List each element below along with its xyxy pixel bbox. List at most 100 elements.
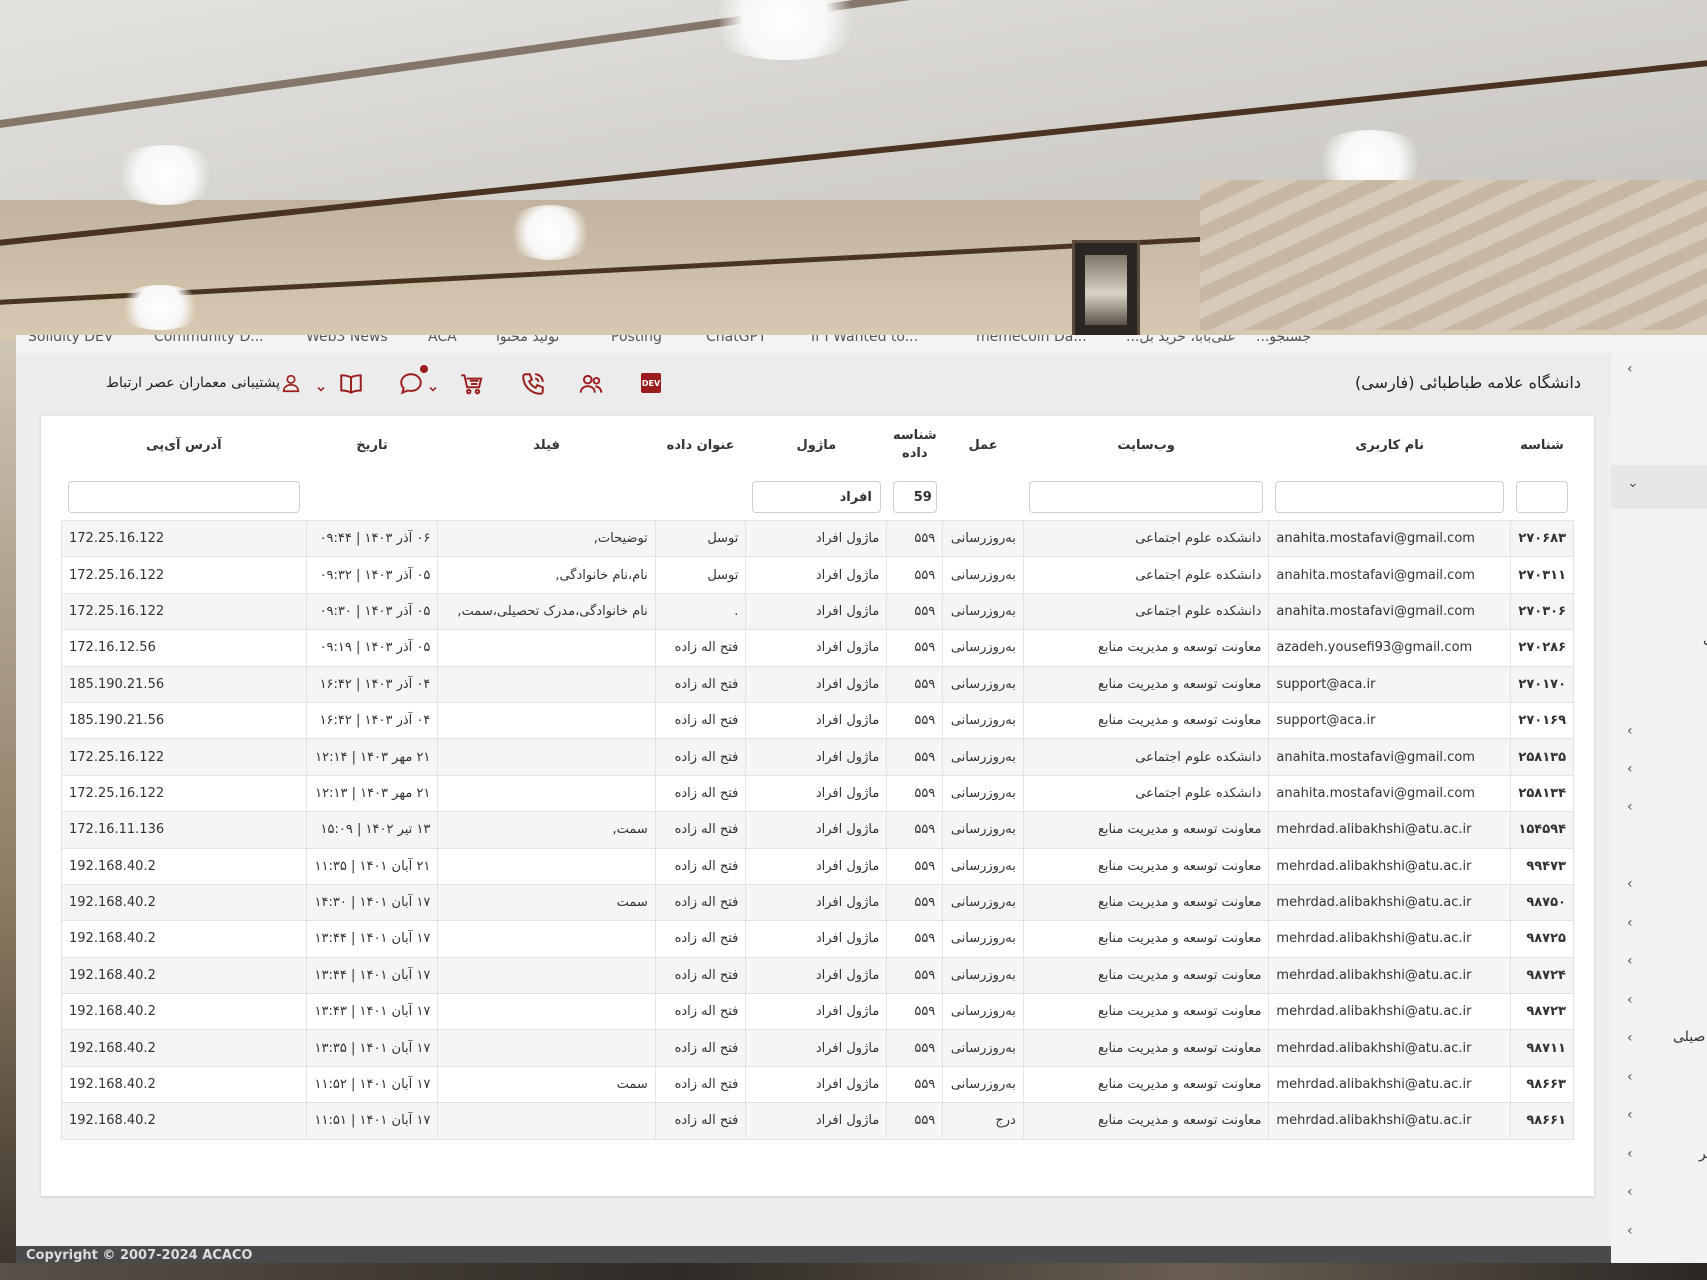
column-header-date[interactable]: تاریخ <box>306 416 438 474</box>
chevron-left-icon[interactable]: ‹ <box>1627 761 1633 777</box>
table-row[interactable]: ۲۷۰۳۰۶ anahita.mostafavi@gmail.com دانشکده… <box>61 592 1575 631</box>
table-row[interactable]: ۲۷۰۱۷۰ support@aca.ir معاونت توسعه و مدیری… <box>61 665 1575 703</box>
chevron-left-icon[interactable]: ‹ <box>1627 1030 1633 1046</box>
ceiling-light <box>505 205 595 260</box>
cell-action: به‌روزرسانی <box>942 665 1024 703</box>
chevron-left-icon[interactable]: ‹ <box>1627 1146 1633 1162</box>
sidebar-selected-item[interactable] <box>1611 465 1707 509</box>
people-icon[interactable] <box>578 371 604 397</box>
cell-module: ماژول افراد <box>745 592 888 631</box>
chevron-down-icon[interactable] <box>428 379 438 392</box>
user-name[interactable]: پشتیبانی معماران عصر ارتباط <box>106 375 280 391</box>
filter-data-id-input[interactable] <box>892 481 937 513</box>
chevron-left-icon[interactable]: ‹ <box>1627 799 1633 815</box>
cell-action: درج <box>942 1102 1024 1140</box>
cell-action: به‌روزرسانی <box>942 556 1024 594</box>
table-row[interactable]: ۲۷۰۶۸۳ anahita.mostafavi@gmail.com دانشکده… <box>61 519 1575 558</box>
table-row[interactable]: ۹۸۷۲۳ mehrdad.alibakhshi@atu.ac.ir معاونت … <box>61 993 1575 1031</box>
cell-date: ۱۷ آبان ۱۴۰۱ | ۱۳:۴۴ <box>305 920 439 958</box>
filter-module-input[interactable] <box>751 481 881 513</box>
bookmark-item[interactable]: ...جستجو <box>1256 335 1311 345</box>
chevron-left-icon[interactable]: ‹ <box>1627 723 1633 739</box>
chevron-left-icon[interactable]: ‹ <box>1627 1069 1633 1085</box>
table-row[interactable]: ۹۸۷۱۱ mehrdad.alibakhshi@atu.ac.ir معاونت … <box>61 1029 1575 1067</box>
phone-icon[interactable] <box>520 371 546 397</box>
chevron-left-icon[interactable]: ‹ <box>1627 1184 1633 1200</box>
bookmark-item[interactable]: ChatGPT <box>706 335 767 345</box>
filter-ip-input[interactable] <box>67 481 301 513</box>
column-header-id[interactable]: شناسه <box>1510 416 1573 474</box>
bookmark-item[interactable]: Posting <box>611 335 662 345</box>
column-header-field[interactable]: فیلد <box>438 416 655 474</box>
table-row[interactable]: ۲۷۰۳۱۱ anahita.mostafavi@gmail.com دانشکده… <box>61 556 1575 594</box>
chevron-left-icon[interactable]: ‹ <box>1627 876 1633 892</box>
column-header-website[interactable]: وب‌سایت <box>1023 416 1269 474</box>
cell-data-title: فتح اله زاده <box>654 920 747 958</box>
wall-portrait <box>1072 240 1140 340</box>
chevron-down-icon[interactable] <box>316 379 326 392</box>
book-icon[interactable] <box>338 371 364 397</box>
chevron-left-icon[interactable]: ‹ <box>1627 953 1633 969</box>
filter-username-input[interactable] <box>1274 481 1505 513</box>
cart-icon[interactable] <box>459 371 485 397</box>
table-row[interactable]: ۲۷۰۲۸۶ azadeh.yousefi93@gmail.com معاونت ت… <box>61 629 1575 667</box>
bookmark-item[interactable]: تولید محتوا <box>496 335 559 345</box>
table-row[interactable]: ۲۵۸۱۳۴ anahita.mostafavi@gmail.com دانشکده… <box>61 774 1575 813</box>
cell-data-title: فتح اله زاده <box>654 738 747 776</box>
chevron-left-icon[interactable]: ‹ <box>1627 992 1633 1008</box>
table-row[interactable]: ۹۸۶۶۳ mehrdad.alibakhshi@atu.ac.ir معاونت … <box>61 1065 1575 1104</box>
site-title[interactable]: دانشگاه علامه طباطبائی (فارسی) <box>1355 373 1581 392</box>
table-row[interactable]: ۱۵۴۵۹۴ mehrdad.alibakhshi@atu.ac.ir معاونت… <box>61 811 1575 849</box>
cell-data-id: ۵۵۹ <box>886 556 944 594</box>
cell-field: سمت <box>437 883 656 922</box>
bookmark-item[interactable]: If I Wanted to... <box>811 335 918 345</box>
notification-dot <box>420 365 428 373</box>
chevron-left-icon[interactable]: ‹ <box>1627 361 1633 377</box>
cell-data-id: ۵۵۹ <box>886 774 944 813</box>
bookmark-item[interactable]: ACA <box>428 335 457 345</box>
cell-module: ماژول افراد <box>745 847 888 885</box>
table-row[interactable]: ۹۸۶۶۱ mehrdad.alibakhshi@atu.ac.ir معاونت … <box>61 1102 1575 1140</box>
cell-username: anahita.mostafavi@gmail.com <box>1268 774 1511 813</box>
cell-website: معاونت توسعه و مدیریت منابع <box>1022 811 1270 849</box>
cell-data-title: توسل <box>654 556 747 594</box>
column-header-action[interactable]: عمل <box>943 416 1024 474</box>
column-header-data-id[interactable]: شناسه داده <box>887 416 943 474</box>
column-header-username[interactable]: نام کاربری <box>1269 416 1511 474</box>
cell-id: ۹۸۷۲۵ <box>1509 920 1575 958</box>
table-row[interactable]: ۲۷۰۱۶۹ support@aca.ir معاونت توسعه و مدیری… <box>61 701 1575 740</box>
table-row[interactable]: ۹۸۷۲۵ mehrdad.alibakhshi@atu.ac.ir معاونت … <box>61 920 1575 958</box>
chevron-left-icon[interactable]: ‹ <box>1627 915 1633 931</box>
dev-badge-icon[interactable]: DEV <box>641 373 661 393</box>
bookmark-item[interactable]: Community D... <box>154 335 264 345</box>
bookmark-item[interactable]: Solidity DEV <box>28 335 113 345</box>
table-row[interactable]: ۹۸۷۵۰ mehrdad.alibakhshi@atu.ac.ir معاونت … <box>61 883 1575 922</box>
cell-field <box>437 738 656 776</box>
cell-ip: 172.25.16.122 <box>61 738 307 776</box>
chevron-left-icon[interactable]: ‹ <box>1627 1107 1633 1123</box>
table-row[interactable]: ۹۸۷۲۴ mehrdad.alibakhshi@atu.ac.ir معاونت … <box>61 956 1575 995</box>
cell-id: ۹۸۷۲۳ <box>1509 993 1575 1031</box>
cell-date: ۰۵ آذر ۱۴۰۳ | ۰۹:۱۹ <box>305 629 439 667</box>
bookmark-item[interactable]: memecoin Da... <box>976 335 1087 345</box>
chevron-down-icon[interactable]: ⌄ <box>1627 475 1639 491</box>
table-row[interactable]: ۹۹۴۷۳ mehrdad.alibakhshi@atu.ac.ir معاونت … <box>61 847 1575 885</box>
cell-field <box>437 1029 656 1067</box>
table-row[interactable]: ۲۵۸۱۳۵ anahita.mostafavi@gmail.com دانشکده… <box>61 738 1575 776</box>
cell-id: ۲۷۰۱۷۰ <box>1509 665 1575 703</box>
cell-date: ۰۴ آذر ۱۴۰۳ | ۱۶:۴۲ <box>305 701 439 740</box>
chevron-left-icon[interactable]: ‹ <box>1627 1223 1633 1239</box>
column-header-ip[interactable]: آدرس آی‌پی <box>62 416 307 474</box>
filter-website-input[interactable] <box>1029 481 1263 513</box>
cell-data-id: ۵۵۹ <box>886 665 944 703</box>
filter-id-input[interactable] <box>1516 481 1568 513</box>
column-header-data-title[interactable]: عنوان داده <box>655 416 746 474</box>
user-icon[interactable] <box>280 372 302 394</box>
cell-data-title: فتح اله زاده <box>654 1029 747 1067</box>
column-header-module[interactable]: ماژول <box>746 416 887 474</box>
bookmark-item[interactable]: Web3 News <box>306 335 388 345</box>
cell-action: به‌روزرسانی <box>942 1029 1024 1067</box>
cell-date: ۰۵ آذر ۱۴۰۳ | ۰۹:۳۲ <box>305 556 439 594</box>
chat-icon[interactable] <box>398 371 424 397</box>
bookmark-item[interactable]: ...علی‌بابا، خرید بل <box>1126 335 1236 345</box>
